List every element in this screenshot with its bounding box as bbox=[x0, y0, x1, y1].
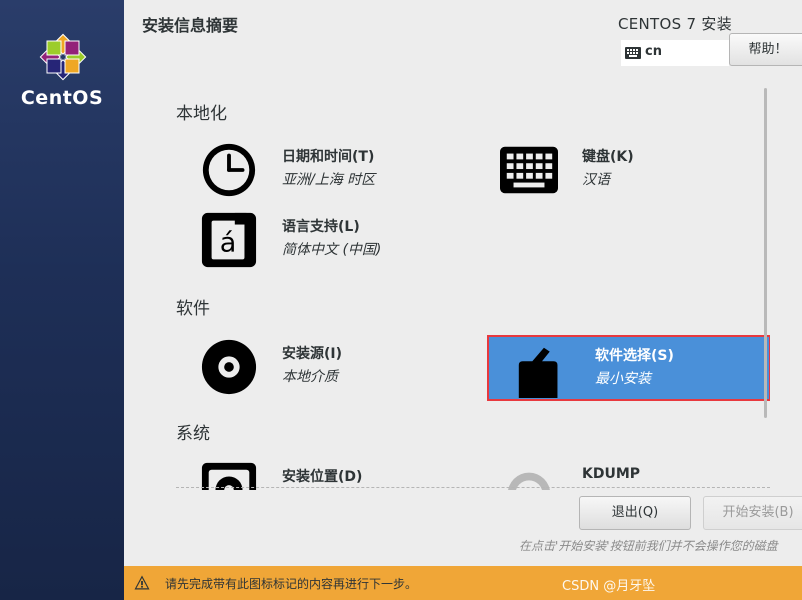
spoke-destination[interactable]: 安装位置(D) bbox=[176, 458, 456, 490]
spoke-datetime-title: 日期和时间(T) bbox=[282, 149, 375, 165]
centos-logo-icon bbox=[39, 33, 87, 81]
harddisk-icon bbox=[201, 462, 257, 490]
spoke-kdump[interactable]: KDUMP bbox=[476, 458, 756, 490]
keyboard-icon bbox=[500, 146, 558, 194]
warning-bar: 请先完成带有此图标标记的内容再进行下一步。 bbox=[124, 566, 802, 600]
watermark: CSDN @月牙坠 bbox=[562, 579, 656, 594]
summary-hub: 本地化 日期和时间(T) 亚洲/上海 时区 键盘(K) 汉语 á 语言支持(L)… bbox=[176, 82, 770, 490]
spoke-datetime[interactable]: 日期和时间(T) 亚洲/上海 时区 bbox=[176, 138, 456, 200]
warning-message: 请先完成带有此图标标记的内容再进行下一步。 bbox=[165, 577, 418, 591]
clock-icon bbox=[202, 143, 256, 197]
product-title: CENTOS 7 安装 bbox=[617, 15, 732, 33]
spoke-language-status: 简体中文 (中国) bbox=[282, 242, 382, 258]
package-icon bbox=[518, 347, 558, 398]
spoke-software-title: 软件选择(S) bbox=[595, 348, 674, 364]
sidebar: CentOS bbox=[0, 0, 124, 600]
keyboard-layout-label: cn bbox=[645, 44, 662, 59]
page-title: 安装信息摘要 bbox=[142, 16, 239, 35]
disc-icon bbox=[201, 339, 257, 395]
begin-installation-button[interactable]: 开始安装(B) bbox=[703, 496, 802, 530]
spoke-kdump-title: KDUMP bbox=[582, 466, 641, 482]
spoke-source-status: 本地介质 bbox=[282, 369, 338, 385]
content-divider bbox=[176, 487, 770, 489]
spoke-source-title: 安装源(I) bbox=[282, 346, 343, 362]
spoke-language-title: 语言支持(L) bbox=[282, 219, 360, 235]
spoke-datetime-status: 亚洲/上海 时区 bbox=[282, 172, 376, 188]
kdump-icon bbox=[508, 472, 550, 490]
spoke-software-selection[interactable]: 软件选择(S) 最小安装 bbox=[487, 335, 770, 401]
language-icon: á bbox=[201, 212, 257, 268]
section-software: 软件 bbox=[176, 299, 210, 319]
section-localization: 本地化 bbox=[176, 104, 227, 124]
warning-icon bbox=[134, 575, 150, 590]
keyboard-layout-indicator[interactable]: cn bbox=[621, 40, 729, 66]
spoke-keyboard-status: 汉语 bbox=[582, 172, 610, 188]
brand-name: CentOS bbox=[20, 87, 104, 109]
spoke-destination-title: 安装位置(D) bbox=[282, 469, 363, 485]
language-glyph: á bbox=[220, 228, 237, 259]
disk-notice: 在点击'开始安装'按钮前我们并不会操作您的磁盘 bbox=[519, 539, 778, 553]
spoke-language[interactable]: á 语言支持(L) 简体中文 (中国) bbox=[176, 208, 456, 270]
section-system: 系统 bbox=[176, 424, 210, 444]
spoke-source[interactable]: 安装源(I) 本地介质 bbox=[176, 335, 456, 397]
quit-button[interactable]: 退出(Q) bbox=[579, 496, 691, 530]
content-scrollbar[interactable] bbox=[764, 88, 767, 418]
spoke-software-status: 最小安装 bbox=[595, 371, 651, 387]
keyboard-small-icon bbox=[625, 47, 641, 59]
spoke-keyboard[interactable]: 键盘(K) 汉语 bbox=[476, 138, 756, 200]
spoke-keyboard-title: 键盘(K) bbox=[582, 149, 634, 165]
main-panel: 安装信息摘要 CENTOS 7 安装 cn 帮助！ 本地化 日期和时间(T) 亚… bbox=[124, 0, 802, 600]
help-button[interactable]: 帮助！ bbox=[729, 33, 802, 66]
